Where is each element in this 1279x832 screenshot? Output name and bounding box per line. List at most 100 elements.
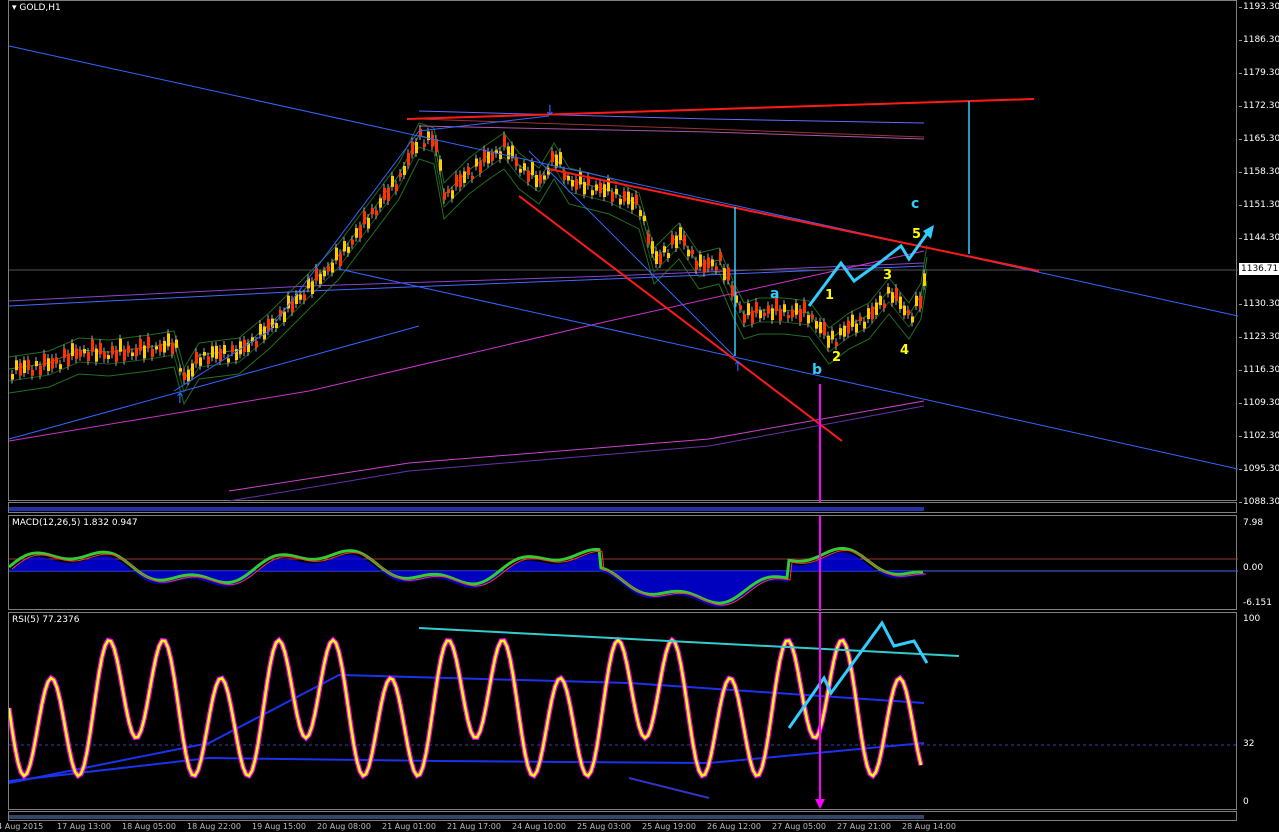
price-axis-label: 1158.30: [1243, 167, 1279, 177]
candle-body: [395, 184, 398, 192]
candle-body: [615, 188, 618, 195]
candle-body: [723, 268, 726, 281]
candle-body: [663, 246, 666, 253]
candle-body: [591, 190, 594, 196]
candle-body: [627, 191, 630, 205]
candle-body: [859, 316, 862, 322]
time-axis-label: 20 Aug 08:00: [317, 822, 371, 831]
candle-body: [103, 351, 106, 359]
candle-body: [387, 188, 390, 201]
candle-body: [55, 357, 58, 364]
candle-body: [27, 359, 30, 370]
fractal-up-icon: ↑: [732, 359, 744, 375]
candle-body: [779, 309, 782, 321]
candle-body: [343, 241, 346, 252]
candle-body: [815, 321, 818, 329]
candle-body: [63, 348, 66, 358]
candle-body: [379, 198, 382, 208]
candle-body: [703, 259, 706, 273]
candle-body: [183, 372, 186, 380]
candle-body: [867, 308, 870, 320]
candle-body: [199, 357, 202, 366]
candle-body: [643, 215, 646, 222]
candle-body: [303, 294, 306, 301]
candle-body: [667, 253, 670, 258]
candle-body: [543, 175, 546, 180]
candle-body: [383, 187, 386, 201]
macd-pane[interactable]: MACD(12,26,5) 1.832 0.947: [8, 515, 1238, 611]
candle-body: [355, 228, 358, 238]
candle-body: [719, 252, 722, 262]
candle-body: [783, 304, 786, 313]
candle-body: [459, 174, 462, 188]
candle-body: [471, 175, 474, 179]
price-axis-label: 1193.30: [1243, 2, 1279, 12]
candle-body: [611, 192, 614, 202]
macd-axis-bottom: -6.151: [1243, 598, 1273, 608]
rsi-axis: 100 32 0: [1239, 612, 1279, 810]
volume-strip: [8, 502, 1237, 513]
price-axis-label: 1116.30: [1243, 365, 1279, 375]
candle-body: [731, 285, 734, 297]
candle-body: [451, 190, 454, 199]
candle-body: [135, 347, 138, 357]
rsi-pane[interactable]: RSI(5) 77.2376: [8, 612, 1238, 810]
price-axis-label: 1165.30: [1243, 134, 1279, 144]
candle-body: [439, 159, 442, 171]
candle-body: [915, 295, 918, 307]
main-chart-pane[interactable]: ▾ GOLD,H1 ↓ ↑ ↑: [8, 0, 1238, 502]
time-axis-label: 18 Aug 05:00: [122, 822, 176, 831]
candle-body: [743, 314, 746, 323]
candle-body: [415, 142, 418, 154]
time-axis-label: 21 Aug 01:00: [382, 822, 436, 831]
candle-body: [483, 149, 486, 163]
candle-body: [359, 225, 362, 239]
time-axis: 14 Aug 2015 17 Aug 13:00 18 Aug 05:00 18 Au…: [0, 822, 1279, 832]
candle-body: [283, 311, 286, 322]
candle-body: [111, 345, 114, 355]
candle-body: [363, 211, 366, 225]
candle-body: [823, 322, 826, 336]
candle-body: [919, 295, 922, 309]
price-tick: [1239, 304, 1242, 305]
candle-body: [727, 267, 730, 281]
candle-body: [39, 365, 42, 376]
price-tick: [1239, 73, 1242, 74]
rsi-slow-line: [9, 673, 925, 784]
candle-body: [211, 346, 214, 358]
channel-line: [9, 325, 420, 440]
bottom-strip: [8, 811, 1237, 821]
candle-body: [863, 321, 866, 329]
candle-body: [623, 191, 626, 202]
candle-body: [419, 128, 422, 137]
candle-body: [11, 374, 14, 380]
price-axis-label: 1186.30: [1243, 35, 1279, 45]
rsi-slower-line: [9, 742, 925, 782]
candle-body: [443, 192, 446, 200]
candle-body: [15, 360, 18, 371]
candle-body: [59, 364, 62, 369]
candle-body: [119, 338, 122, 352]
candle-body: [207, 356, 210, 364]
candle-body: [455, 174, 458, 187]
candle-body: [31, 369, 34, 376]
candle-body: [191, 363, 194, 377]
candle-body: [803, 301, 806, 314]
candle-body: [407, 153, 410, 166]
price-axis-label: 1123.30: [1243, 332, 1279, 342]
candle-body: [187, 369, 190, 382]
candle-body: [447, 189, 450, 194]
candle-body: [911, 316, 914, 323]
candle-body: [647, 233, 650, 244]
envelope-band: [9, 158, 928, 406]
candle-body: [75, 348, 78, 360]
candle-body: [403, 165, 406, 175]
rsi-axis-bottom: 0: [1243, 797, 1249, 807]
candle-body: [99, 343, 102, 355]
candle-body: [507, 146, 510, 160]
candle-body: [595, 184, 598, 191]
candle-body: [799, 309, 802, 323]
wave-label-4: 4: [900, 343, 910, 358]
candle-body: [575, 179, 578, 190]
candle-body: [95, 348, 98, 362]
